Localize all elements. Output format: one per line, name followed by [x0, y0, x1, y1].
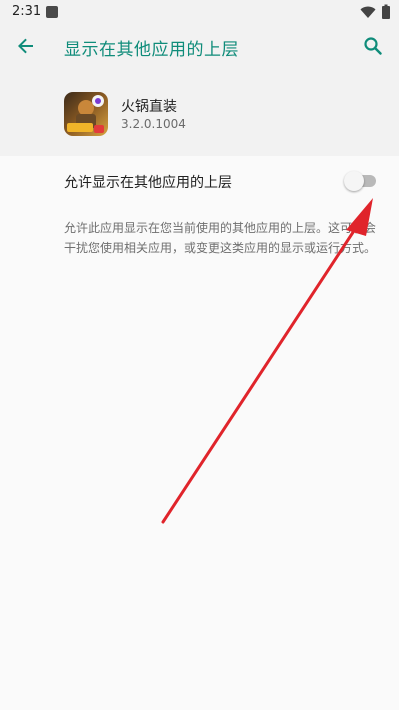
overlay-toggle-switch[interactable]	[344, 169, 378, 193]
search-button[interactable]	[355, 28, 391, 64]
app-version: 3.2.0.1004	[121, 117, 186, 131]
app-icon	[64, 92, 108, 136]
notification-icon	[46, 6, 58, 18]
setting-row-overlay[interactable]: 允许显示在其他应用的上层	[0, 156, 399, 206]
status-icons	[360, 4, 391, 20]
wifi-icon	[360, 6, 376, 18]
search-icon	[364, 37, 382, 55]
page-title: 显示在其他应用的上层	[64, 40, 239, 60]
status-bar: 2:31	[0, 0, 399, 24]
app-name: 火锅直装	[121, 99, 177, 115]
setting-label: 允许显示在其他应用的上层	[64, 175, 232, 191]
app-header: 火锅直装 3.2.0.1004	[0, 70, 399, 156]
app-bar: 显示在其他应用的上层	[0, 24, 399, 70]
arrow-back-icon	[18, 38, 33, 54]
toggle-thumb	[344, 171, 364, 191]
battery-icon	[382, 4, 390, 19]
setting-description: 允许此应用显示在您当前使用的其他应用的上层。这可能会干扰您使用相关应用，或变更这…	[64, 221, 377, 255]
back-button[interactable]	[8, 28, 44, 64]
status-time: 2:31	[12, 4, 42, 19]
